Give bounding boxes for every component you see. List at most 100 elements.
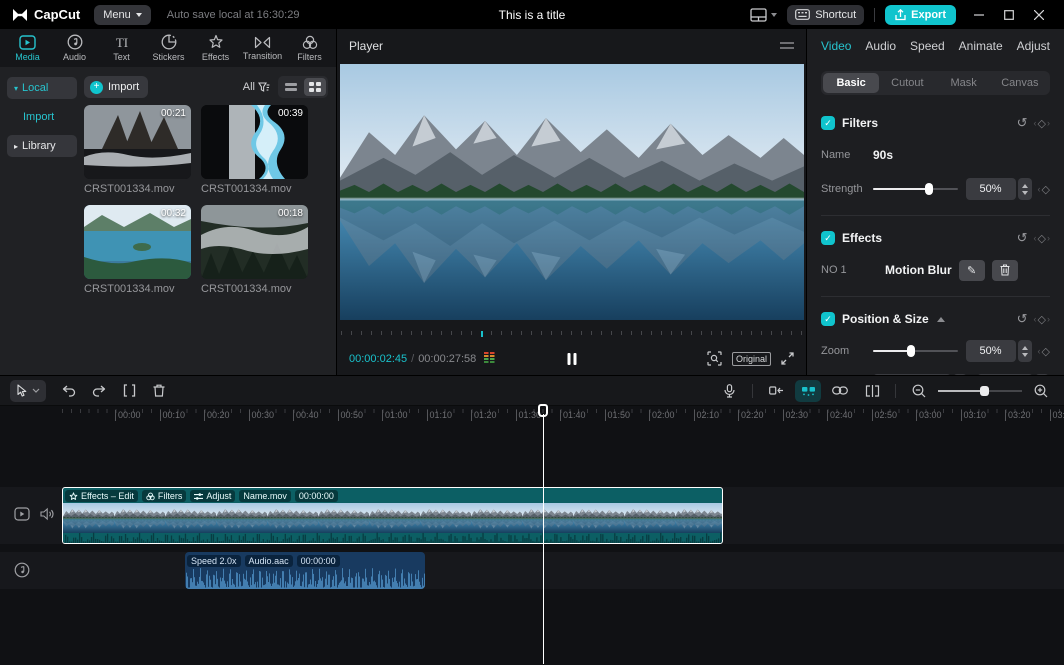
timeline-zoom-slider[interactable] [938,385,1022,397]
tab-transition[interactable]: Transition [239,29,286,67]
fullscreen-button[interactable] [781,352,794,365]
list-view-button[interactable] [280,78,302,96]
media-item[interactable]: 00:32 CRST001334.mov [84,205,191,295]
keyframe-diamond-icon[interactable]: ◇ [1038,117,1046,130]
layout-switch-button[interactable] [750,8,777,22]
auto-ripple-button[interactable] [763,380,789,402]
keyframe-diamond-icon[interactable]: ◇ [1042,345,1050,358]
tab-adjust[interactable]: Adjust [1017,39,1050,53]
mute-track-button[interactable] [40,507,55,521]
keyframe-control[interactable]: ‹◇ [1038,345,1050,358]
keyframe-control[interactable]: ‹◇› [1034,313,1050,326]
position-x-value[interactable]: 0000 [873,374,951,375]
reset-icon[interactable]: ↺ [1017,115,1028,131]
media-thumbnail[interactable]: 00:32 [84,205,191,279]
main-track-magnet-button[interactable] [795,380,821,402]
position-y-value[interactable]: 0 [977,374,1033,375]
keyframe-next-icon[interactable]: › [1047,118,1050,128]
step-down-icon[interactable] [1022,353,1028,357]
strength-stepper[interactable] [1018,178,1032,200]
keyframe-next-icon[interactable]: › [1047,314,1050,324]
timeline-zoom-in-button[interactable] [1028,380,1054,402]
effects-checkbox[interactable]: ✓ [821,231,835,245]
split-button[interactable] [116,380,142,402]
strength-slider[interactable] [873,183,958,195]
timeline-zoom-out-button[interactable] [906,380,932,402]
zoom-value[interactable]: 50% [966,340,1016,362]
tab-filters[interactable]: Filters [286,29,333,67]
zoom-slider[interactable] [873,345,958,357]
keyframe-control[interactable]: ‹◇ [1038,183,1050,196]
tab-speed[interactable]: Speed [910,39,945,53]
tab-media[interactable]: Media [4,29,51,67]
delete-button[interactable] [146,380,172,402]
minimize-button[interactable] [966,5,992,25]
step-up-icon[interactable] [1022,184,1028,188]
reset-icon[interactable]: ↺ [1017,230,1028,246]
keyframe-prev-icon[interactable]: ‹ [1034,233,1037,243]
close-button[interactable] [1026,5,1052,25]
redo-button[interactable] [86,380,112,402]
subtab-cutout[interactable]: Cutout [879,73,935,93]
tab-text[interactable]: TI Text [98,29,145,67]
undo-button[interactable] [56,380,82,402]
tab-stickers[interactable]: Stickers [145,29,192,67]
keyframe-diamond-icon[interactable]: ◇ [1038,232,1046,245]
menu-button[interactable]: Menu [94,5,151,25]
preview-stage[interactable] [337,62,806,329]
sidebar-item-import[interactable]: Import [7,106,77,128]
tab-animate[interactable]: Animate [959,39,1003,53]
position-size-checkbox[interactable]: ✓ [821,312,835,326]
select-tool-button[interactable] [10,380,46,402]
keyframe-control[interactable]: ‹◇› [1034,232,1050,245]
video-track-icon[interactable] [14,507,30,521]
media-filter-dropdown[interactable]: All [243,81,270,93]
shortcut-button[interactable]: Shortcut [787,5,864,25]
sidebar-item-local[interactable]: ▾ Local [7,77,77,99]
tab-effects[interactable]: Effects [192,29,239,67]
preview-axis-button[interactable] [859,380,885,402]
import-media-button[interactable]: + Import [84,76,148,98]
media-thumbnail[interactable]: 00:39 [201,105,308,179]
filters-checkbox[interactable]: ✓ [821,116,835,130]
record-voiceover-button[interactable] [716,380,742,402]
keyframe-prev-icon[interactable]: ‹ [1034,314,1037,324]
reset-icon[interactable]: ↺ [1017,311,1028,327]
position-y-stepper[interactable] [1035,374,1049,375]
keyframe-control[interactable]: ‹◇› [1034,117,1050,130]
media-item[interactable]: 00:39 CRST001334.mov [201,105,308,195]
keyframe-next-icon[interactable]: › [1047,233,1050,243]
fit-zoom-button[interactable] [707,351,722,366]
media-thumbnail[interactable]: 00:21 [84,105,191,179]
position-x-stepper[interactable] [953,374,967,375]
pause-button[interactable] [567,353,576,365]
edit-effect-button[interactable]: ✎ [959,260,985,281]
keyframe-prev-icon[interactable]: ‹ [1038,184,1041,194]
zoom-stepper[interactable] [1018,340,1032,362]
tab-audio-props[interactable]: Audio [865,39,896,53]
tab-audio[interactable]: Audio [51,29,98,67]
collapse-icon[interactable] [937,317,945,322]
keyframe-prev-icon[interactable]: ‹ [1038,346,1041,356]
keyframe-diamond-icon[interactable]: ◇ [1042,183,1050,196]
maximize-button[interactable] [996,5,1022,25]
subtab-basic[interactable]: Basic [823,73,879,93]
slider-thumb[interactable] [925,183,933,195]
step-down-icon[interactable] [1022,191,1028,195]
link-button[interactable] [827,380,853,402]
tab-video[interactable]: Video [821,39,851,53]
subtab-canvas[interactable]: Canvas [992,73,1048,93]
video-clip[interactable]: Effects – Edit Filters Adjust Name.mov 0… [62,487,723,544]
audio-track-icon[interactable] [14,562,30,578]
slider-thumb[interactable] [980,386,989,396]
audio-clip[interactable]: Speed 2.0x Audio.aac 00:00:00 [185,552,425,589]
player-menu-button[interactable] [780,42,794,50]
slider-thumb[interactable] [907,345,915,357]
delete-effect-button[interactable] [992,260,1018,281]
timeline-ruler[interactable]: 00:00 00:10 00:20 00:30 00:40 00:50 01:0… [0,406,1064,425]
keyframe-prev-icon[interactable]: ‹ [1034,118,1037,128]
media-thumbnail[interactable]: 00:18 [201,205,308,279]
subtab-mask[interactable]: Mask [936,73,992,93]
media-item[interactable]: 00:21 CRST001334.mov [84,105,191,195]
step-up-icon[interactable] [1022,346,1028,350]
